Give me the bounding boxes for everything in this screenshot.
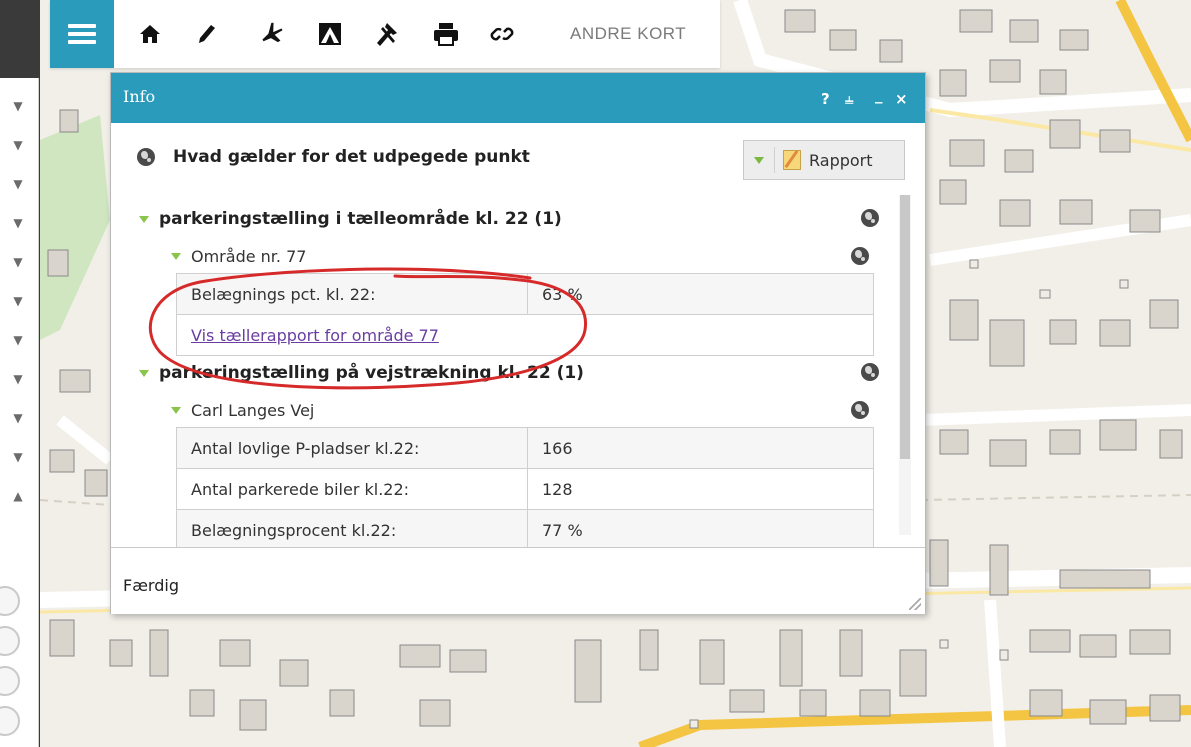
- measure-button[interactable]: [312, 16, 348, 52]
- radio-icon[interactable]: [0, 586, 20, 616]
- dialog-footer: Færdig: [111, 547, 925, 614]
- help-icon[interactable]: ?: [821, 90, 830, 108]
- report-icon: [783, 150, 801, 170]
- measure-icon: [319, 23, 341, 45]
- home-button[interactable]: [132, 16, 168, 52]
- chevron-down-icon[interactable]: ▼: [0, 283, 36, 319]
- globe-icon[interactable]: [861, 363, 879, 381]
- attribute-table: Belægnings pct. kl. 22: 63 % Vis tællera…: [176, 273, 874, 356]
- close-icon[interactable]: ×: [895, 90, 908, 108]
- chevron-down-icon[interactable]: ▼: [0, 166, 36, 202]
- draw-button[interactable]: [188, 16, 224, 52]
- expand-icon[interactable]: [139, 215, 149, 223]
- chevron-down-icon[interactable]: ▼: [0, 88, 36, 124]
- attribute-table: Antal lovlige P-pladser kl.22: 166 Antal…: [176, 427, 874, 547]
- attribute-value: 128: [527, 468, 874, 510]
- report-button[interactable]: Rapport: [743, 140, 905, 180]
- chevron-down-icon[interactable]: ▼: [0, 244, 36, 280]
- menu-button[interactable]: [50, 0, 114, 68]
- attribute-label: Antal parkerede biler kl.22:: [176, 468, 528, 510]
- query-heading-text: Hvad gælder for det udpegede punkt: [173, 147, 530, 167]
- subsection-title-text: Carl Langes Vej: [191, 401, 315, 420]
- flight-button[interactable]: [254, 16, 290, 52]
- expand-icon[interactable]: [171, 253, 181, 260]
- chevron-down-icon[interactable]: ▼: [0, 127, 36, 163]
- globe-icon[interactable]: [851, 247, 869, 265]
- table-row: Antal lovlige P-pladser kl.22: 166: [176, 427, 874, 469]
- section-title-text: parkeringstælling i tælleområde kl. 22 (…: [159, 209, 562, 229]
- dialog-body: Hvad gælder for det udpegede punkt Rappo…: [111, 123, 925, 547]
- pencil-icon: [199, 25, 215, 43]
- scrollbar-thumb[interactable]: [900, 195, 910, 459]
- attribute-label: Antal lovlige P-pladser kl.22:: [176, 427, 528, 469]
- dialog-header[interactable]: Info ? ⫨ _ ×: [111, 73, 925, 123]
- hamburger-icon: [68, 20, 96, 48]
- print-button[interactable]: [428, 16, 464, 52]
- query-heading: Hvad gælder for det udpegede punkt: [137, 147, 530, 167]
- chevron-down-icon[interactable]: ▼: [0, 205, 36, 241]
- globe-icon[interactable]: [861, 209, 879, 227]
- table-row: Belægningsprocent kl.22: 77 %: [176, 509, 874, 547]
- table-row: Antal parkerede biler kl.22: 128: [176, 468, 874, 510]
- subsection-title[interactable]: Område nr. 77: [171, 247, 306, 266]
- dialog-title: Info: [123, 87, 156, 106]
- minimize-icon[interactable]: _: [875, 86, 883, 104]
- other-maps-link[interactable]: ANDRE KORT: [570, 24, 686, 44]
- globe-icon[interactable]: [851, 401, 869, 419]
- expand-icon[interactable]: [171, 407, 181, 414]
- report-label: Rapport: [809, 150, 873, 170]
- layer-toggle-panel: ▼ ▼ ▼ ▼ ▼ ▼ ▼ ▼ ▼ ▼ ▲: [0, 78, 39, 747]
- expand-icon[interactable]: [754, 156, 764, 164]
- section-title[interactable]: parkeringstælling i tælleområde kl. 22 (…: [139, 209, 562, 229]
- attribute-label: Belægnings pct. kl. 22:: [176, 273, 528, 315]
- table-row: Belægnings pct. kl. 22: 63 %: [176, 273, 874, 315]
- attribute-value: 77 %: [527, 509, 874, 547]
- dock-icon[interactable]: ⫨: [845, 90, 853, 108]
- section-title[interactable]: parkeringstælling på vejstrækning kl. 22…: [139, 363, 584, 383]
- chevron-down-icon[interactable]: ▼: [0, 439, 36, 475]
- table-row: Vis tællerapport for område 77: [176, 314, 874, 356]
- subsection-title[interactable]: Carl Langes Vej: [171, 401, 314, 420]
- link-icon: [490, 27, 514, 41]
- subsection-title-text: Område nr. 77: [191, 247, 307, 266]
- globe-icon[interactable]: [137, 148, 155, 166]
- scrollbar[interactable]: [899, 195, 911, 535]
- home-icon: [140, 25, 160, 43]
- radio-icon[interactable]: [0, 706, 20, 736]
- link-button[interactable]: [484, 16, 520, 52]
- attribute-value: 63 %: [527, 273, 874, 315]
- chevron-down-icon[interactable]: ▼: [0, 322, 36, 358]
- plane-icon: [262, 22, 283, 43]
- chevron-up-icon[interactable]: ▲: [0, 478, 36, 514]
- expand-icon[interactable]: [139, 369, 149, 377]
- report-link[interactable]: Vis tællerapport for område 77: [191, 326, 439, 345]
- tools-icon: [377, 23, 397, 46]
- attribute-label: Belægningsprocent kl.22:: [176, 509, 528, 547]
- radio-icon[interactable]: [0, 626, 20, 656]
- print-icon: [434, 23, 458, 46]
- attribute-value: 166: [527, 427, 874, 469]
- chevron-down-icon[interactable]: ▼: [0, 361, 36, 397]
- radio-icon[interactable]: [0, 666, 20, 696]
- done-button[interactable]: Færdig: [123, 576, 179, 595]
- tools-button[interactable]: [368, 16, 404, 52]
- section-title-text: parkeringstælling på vejstrækning kl. 22…: [159, 363, 584, 383]
- chevron-down-icon[interactable]: ▼: [0, 400, 36, 436]
- resize-handle-icon[interactable]: [909, 598, 921, 610]
- info-dialog: Info ? ⫨ _ × Hvad gælder for det udpeged…: [110, 72, 926, 614]
- main-toolbar: ANDRE KORT: [50, 0, 720, 68]
